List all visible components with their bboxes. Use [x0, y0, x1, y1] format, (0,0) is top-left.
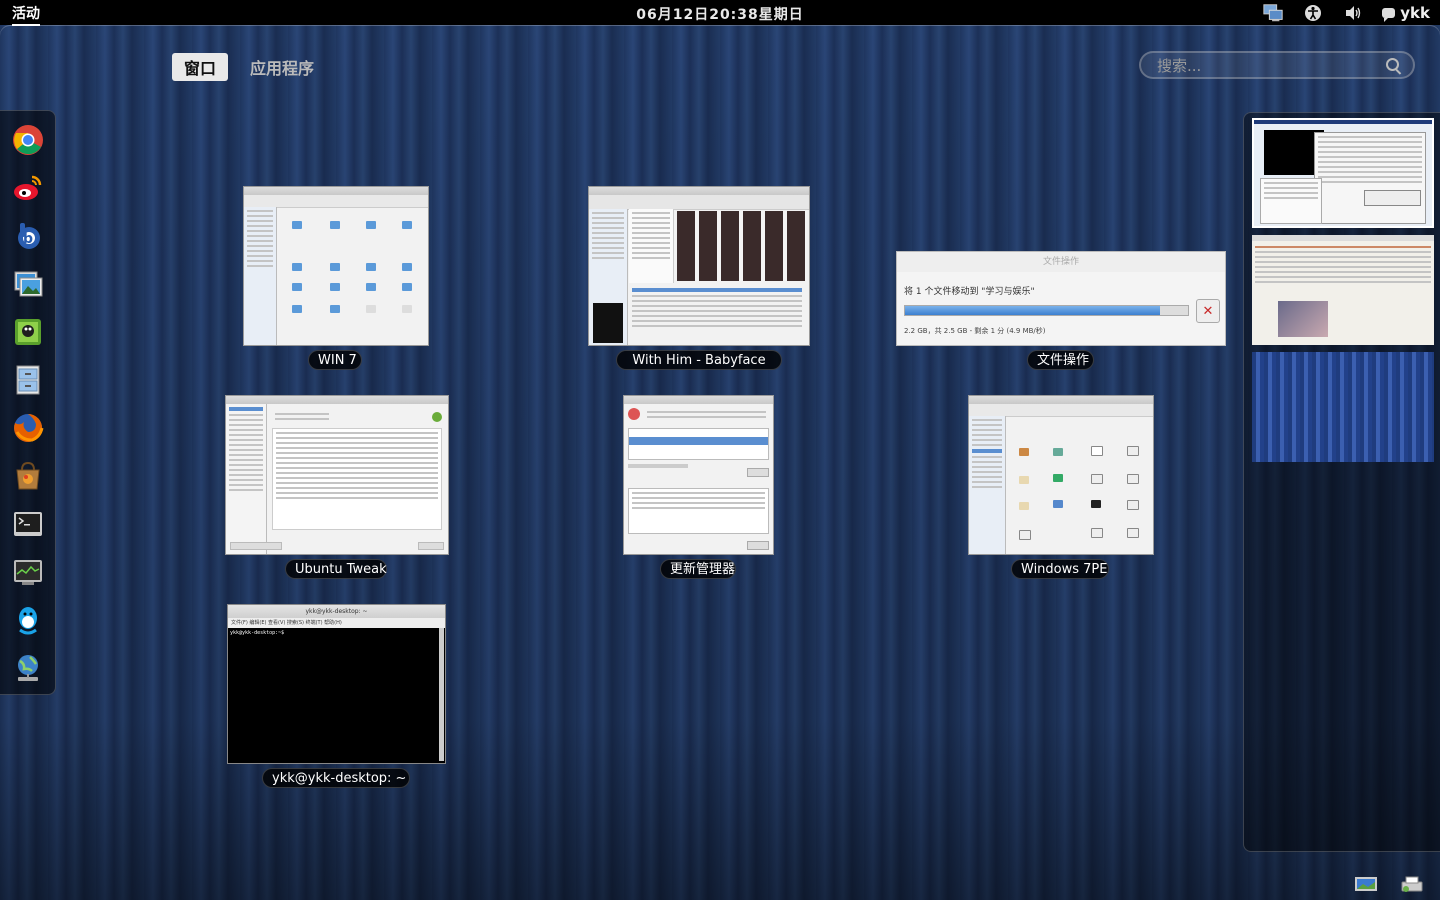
software-center-icon[interactable]: [11, 459, 45, 493]
terminal-menu: 文件(F) 编辑(E) 查看(V) 搜索(S) 终端(T) 帮助(H): [228, 618, 445, 628]
image-viewer-icon[interactable]: [11, 267, 45, 301]
printer-icon[interactable]: [1400, 876, 1424, 894]
baidu-icon[interactable]: b: [11, 219, 45, 253]
terminal-title: ykk@ykk-desktop: ~: [228, 605, 445, 618]
window-thumbnail[interactable]: [225, 395, 449, 555]
window-thumbnail[interactable]: [588, 186, 810, 346]
user-menu[interactable]: ykk: [1382, 4, 1430, 22]
window-caption[interactable]: Windows 7PE: [1011, 559, 1109, 579]
overview-frame: [0, 25, 1440, 45]
progress-bar: [904, 305, 1189, 316]
window-caption[interactable]: Ubuntu Tweak: [285, 559, 387, 579]
terminal-icon[interactable]: [11, 507, 45, 541]
dash: b: [0, 110, 56, 695]
firefox-icon[interactable]: [11, 411, 45, 445]
weibo-icon[interactable]: [11, 171, 45, 205]
terminal-prompt: ykk@ykk-desktop:~$: [230, 630, 285, 636]
qq-icon[interactable]: [11, 603, 45, 637]
window-caption[interactable]: WIN 7: [308, 350, 362, 370]
workspace-2[interactable]: [1252, 235, 1434, 345]
workspace-1[interactable]: [1252, 118, 1434, 228]
user-name: ykk: [1400, 3, 1430, 22]
network-icon[interactable]: [1262, 3, 1284, 22]
workspace-3[interactable]: [1252, 352, 1434, 462]
window-caption[interactable]: 文件操作: [1027, 350, 1094, 370]
workspace-switcher: [1243, 112, 1440, 852]
message-tray: [1354, 876, 1440, 894]
chrome-icon[interactable]: [11, 123, 45, 157]
window-thumbnail[interactable]: [968, 395, 1154, 555]
dialog-message: 将 1 个文件移动到 "学习与娱乐": [904, 287, 1035, 297]
window-caption[interactable]: ykk@ykk-desktop: ~: [262, 768, 410, 788]
accessibility-icon[interactable]: [1302, 4, 1324, 22]
window-caption[interactable]: 更新管理器: [660, 559, 736, 579]
system-monitor-icon[interactable]: [11, 555, 45, 589]
dialog-title: 文件操作: [897, 252, 1225, 272]
window-caption[interactable]: With Him - Babyface: [616, 350, 782, 370]
chat-status-icon: [1382, 7, 1396, 22]
tab-windows[interactable]: 窗口: [172, 53, 229, 81]
window-thumbnail[interactable]: [243, 186, 429, 346]
view-selector: 窗口 应用程序: [172, 53, 326, 81]
window-thumbnail[interactable]: ykk@ykk-desktop: ~ 文件(F) 编辑(E) 查看(V) 搜索(…: [227, 604, 446, 764]
system-tray: ykk: [1262, 2, 1430, 23]
search-input[interactable]: [1155, 56, 1379, 76]
network-globe-icon[interactable]: [11, 651, 45, 685]
top-bar: 活动 06月12日20:38星期日 ykk: [0, 0, 1440, 26]
file-manager-icon[interactable]: [11, 363, 45, 397]
clock[interactable]: 06月12日20:38星期日: [0, 4, 1440, 24]
tab-applications[interactable]: 应用程序: [238, 53, 326, 81]
search-box[interactable]: [1139, 51, 1415, 79]
dialog-status: 2.2 GB，共 2.5 GB - 剩余 1 分 (4.9 MB/秒): [904, 327, 1046, 335]
tux-game-icon[interactable]: [11, 315, 45, 349]
window-thumbnail[interactable]: [623, 395, 774, 555]
search-icon: [1386, 58, 1399, 71]
display-icon[interactable]: [1354, 876, 1378, 894]
close-icon: ✕: [1202, 303, 1214, 319]
cancel-button[interactable]: ✕: [1196, 299, 1220, 323]
window-thumbnail[interactable]: 文件操作 将 1 个文件移动到 "学习与娱乐" ✕ 2.2 GB，共 2.5 G…: [896, 251, 1226, 346]
volume-icon[interactable]: [1342, 4, 1364, 22]
